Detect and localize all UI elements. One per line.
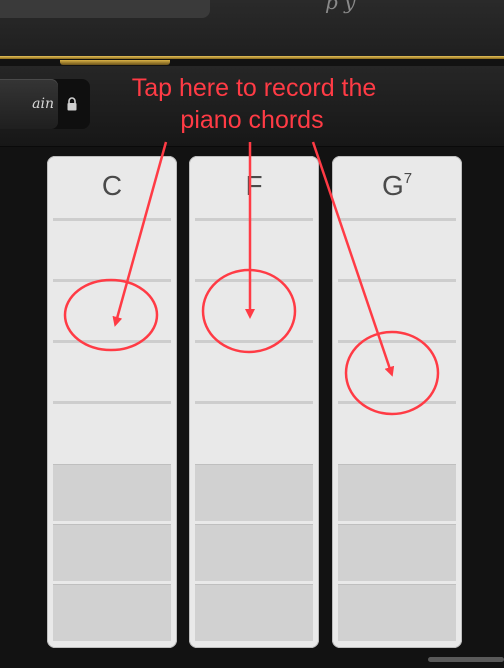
chord-strip-c[interactable]: C <box>47 156 177 648</box>
strip-divider <box>195 279 313 282</box>
bass-key[interactable] <box>338 524 456 581</box>
lock-icon[interactable] <box>67 97 77 111</box>
title-box[interactable] <box>0 0 210 18</box>
scroll-indicator <box>428 657 504 662</box>
chain-button[interactable]: ain <box>0 79 58 129</box>
gold-divider <box>0 56 504 59</box>
bass-key[interactable] <box>195 524 313 581</box>
strip-divider <box>338 401 456 404</box>
chord-label-f: F <box>245 170 263 201</box>
chord-label-g7: G7 <box>381 169 413 201</box>
chord-strip-g7[interactable]: G7 <box>332 156 462 648</box>
strip-divider <box>195 218 313 221</box>
gold-divider-notch <box>60 60 170 65</box>
strip-divider <box>53 218 171 221</box>
strip-divider <box>53 279 171 282</box>
bass-key[interactable] <box>195 464 313 521</box>
chord-label-c: C <box>101 170 123 201</box>
strip-divider <box>53 401 171 404</box>
strip-divider <box>195 340 313 343</box>
bass-key[interactable] <box>53 584 171 641</box>
bass-key[interactable] <box>195 584 313 641</box>
bass-key[interactable] <box>53 524 171 581</box>
strip-divider <box>195 401 313 404</box>
app-script-title: p y <box>325 0 356 14</box>
chord-strip-f[interactable]: F <box>189 156 319 648</box>
strip-divider <box>338 340 456 343</box>
strip-divider <box>338 279 456 282</box>
chain-lock-group: ain <box>0 79 90 129</box>
bass-key[interactable] <box>338 584 456 641</box>
bass-key[interactable] <box>53 464 171 521</box>
strip-divider <box>338 218 456 221</box>
top-bar: p y <box>0 0 504 58</box>
strip-divider <box>53 340 171 343</box>
bass-key[interactable] <box>338 464 456 521</box>
toolbar: ain <box>0 66 504 147</box>
